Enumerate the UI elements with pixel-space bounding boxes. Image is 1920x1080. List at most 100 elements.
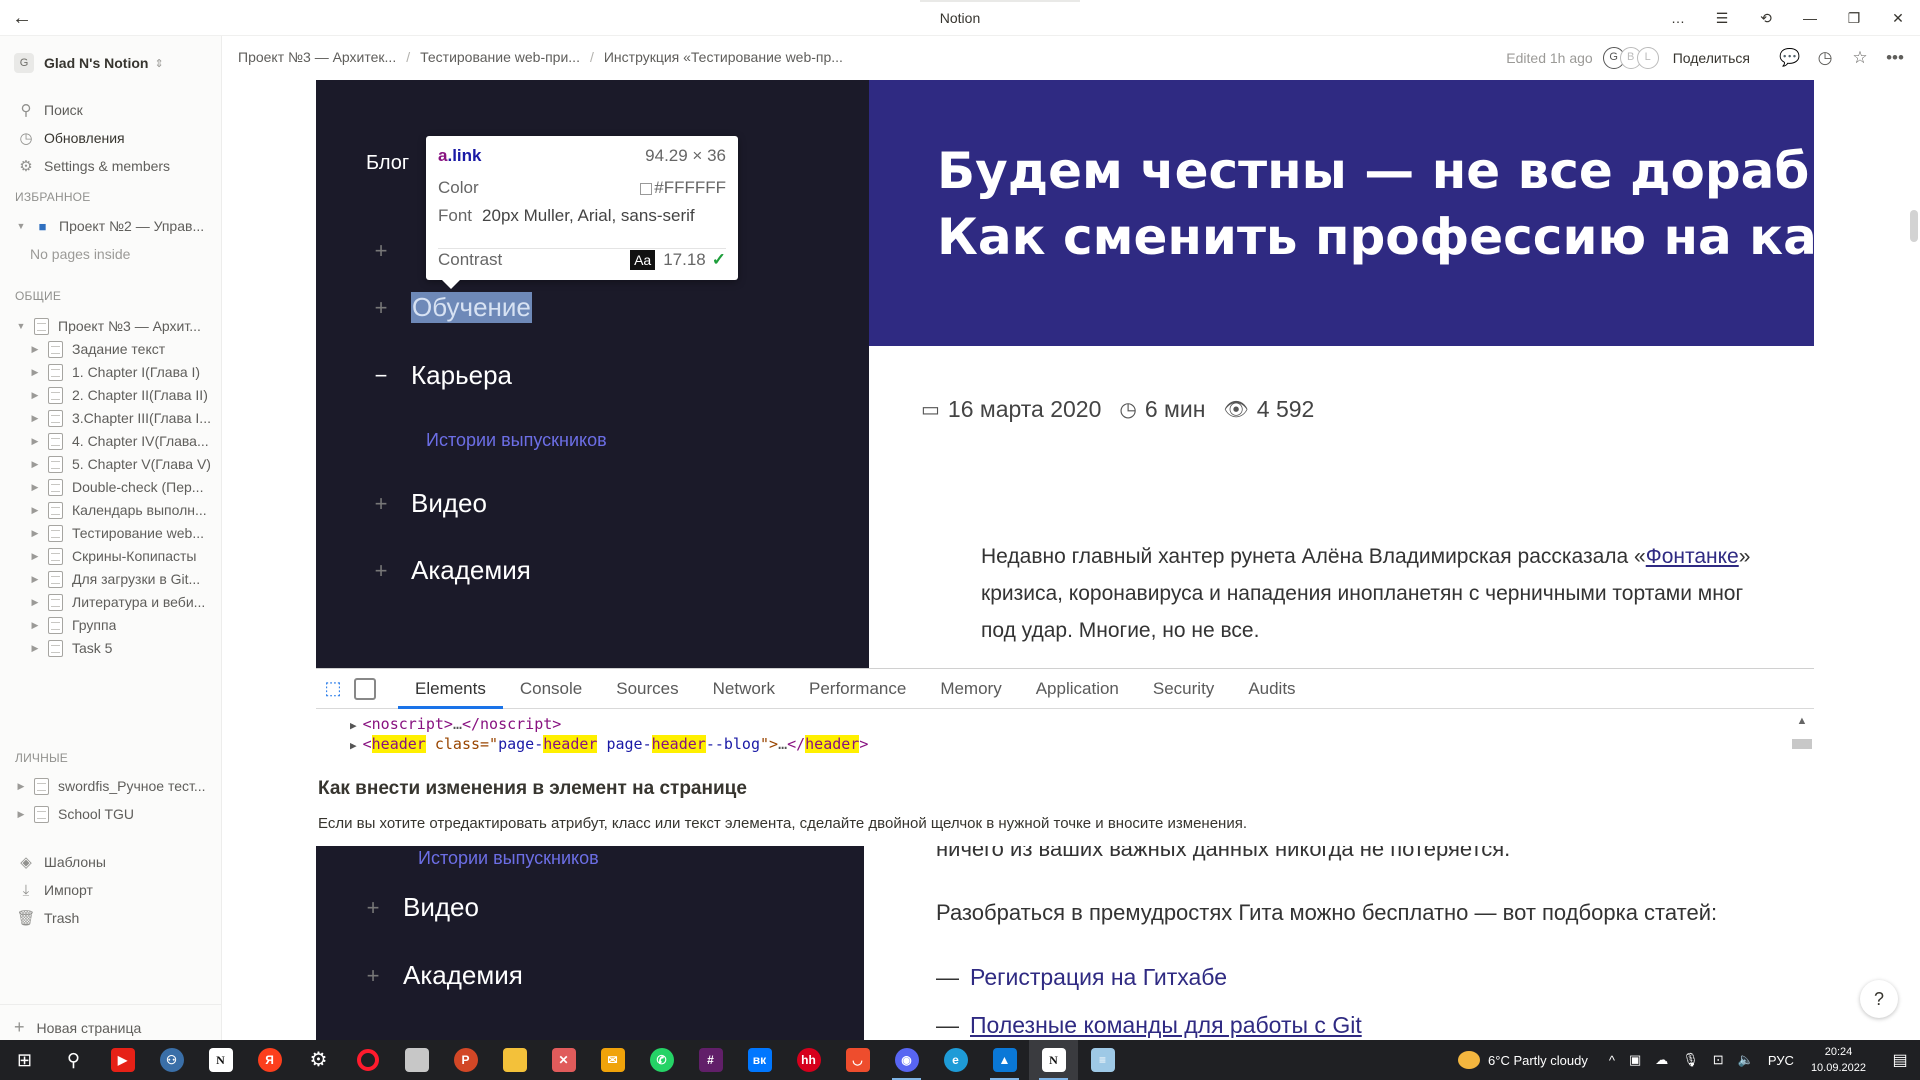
language-indicator[interactable]: РУС <box>1768 1053 1794 1068</box>
code-attr-value: page- <box>597 735 652 753</box>
taskbar-photos[interactable]: ▲ <box>980 1040 1029 1080</box>
code-tag-highlight: header <box>805 735 860 753</box>
taskbar-vk[interactable]: вк <box>735 1040 784 1080</box>
new-page-label: Новая страница <box>36 1019 142 1036</box>
scrollbar-thumb[interactable] <box>1910 210 1918 242</box>
taskbar-opera[interactable] <box>343 1040 392 1080</box>
toggle-closed-icon[interactable]: ▶ <box>14 809 28 820</box>
sidebar-item-trash[interactable]: 🗑 Trash <box>0 904 222 932</box>
sidebar-item-search[interactable]: ⚲ Поиск <box>0 96 222 124</box>
notification-icon[interactable]: ▤ <box>1880 1050 1920 1070</box>
workspace-switcher[interactable]: G Glad N's Notion ⇕ <box>14 50 164 76</box>
taskbar-python[interactable]: ⚇ <box>147 1040 196 1080</box>
page-scrollbar[interactable] <box>1908 80 1920 1050</box>
microphone-icon[interactable]: 🎙 <box>1682 1052 1699 1068</box>
taskbar-notion[interactable]: N <box>196 1040 245 1080</box>
sidebar-page-label: 5. Chapter V(Глава V) <box>72 456 211 472</box>
sidebar-page-project2[interactable]: ▼ ■ Проект №2 — Управ... <box>0 212 222 240</box>
tooltip-font-value: 20px Muller, Arial, sans-serif <box>482 206 695 225</box>
taskbar-app[interactable]: ✕ <box>539 1040 588 1080</box>
sidebar-item-updates[interactable]: ◷ Обновления <box>0 124 222 152</box>
taskbar-hh[interactable]: hh <box>784 1040 833 1080</box>
taskbar-notepad[interactable]: ≡ <box>1078 1040 1127 1080</box>
sidebar-page[interactable]: ▶ Task 5 <box>0 634 222 662</box>
taskbar-edge[interactable]: e <box>931 1040 980 1080</box>
toggle-closed-icon[interactable]: ▶ <box>28 643 42 654</box>
toggle-closed-icon[interactable]: ▶ <box>28 482 42 493</box>
section-heading[interactable]: Как внести изменения в элемент на страни… <box>318 778 747 800</box>
close-icon[interactable]: ✕ <box>1876 0 1920 36</box>
taskbar-discord[interactable]: ◉ <box>882 1040 931 1080</box>
toggle-closed-icon[interactable]: ▶ <box>28 344 42 355</box>
taskbar-yandex[interactable]: Я <box>245 1040 294 1080</box>
toggle-closed-icon[interactable]: ▶ <box>28 413 42 424</box>
more-options-icon[interactable]: ••• <box>1882 45 1908 71</box>
screenshot-image-2[interactable]: Истории выпускников + Видео + Академия н… <box>316 846 1814 1050</box>
network-icon[interactable]: ⊡ <box>1713 1052 1724 1068</box>
sync-icon[interactable]: ⟲ <box>1744 0 1788 36</box>
tray-chevron-icon[interactable]: ^ <box>1609 1053 1615 1068</box>
sidebar-page-label: Проект №2 — Управ... <box>59 218 205 234</box>
history-icon[interactable]: ◷ <box>1812 45 1838 71</box>
clock[interactable]: 20:24 10.09.2022 <box>1811 1044 1866 1076</box>
toggle-closed-icon[interactable]: ▶ <box>28 528 42 539</box>
taskbar-youtube[interactable]: ▶ <box>98 1040 147 1080</box>
taskbar-whatsapp[interactable]: ✆ <box>637 1040 686 1080</box>
page-icon <box>34 317 49 335</box>
sidebar-page-swordfis[interactable]: ▶ swordfis_Ручное тест... <box>0 772 222 800</box>
taskbar-notion-running[interactable]: N <box>1029 1040 1078 1080</box>
volume-icon[interactable]: 🔈 <box>1738 1052 1754 1068</box>
help-button[interactable]: ? <box>1860 980 1898 1018</box>
toggle-open-icon[interactable]: ▼ <box>14 321 28 331</box>
eye-icon: 👁 <box>1223 399 1249 421</box>
maximize-icon[interactable]: ❐ <box>1832 0 1876 36</box>
page-topbar: Проект №3 — Архитек... / Тестирование we… <box>222 36 1920 80</box>
devtools-tab-network: Network <box>712 678 775 698</box>
breadcrumb-item[interactable]: Проект №3 — Архитек... <box>238 49 396 65</box>
toggle-closed-icon[interactable]: ▶ <box>28 367 42 378</box>
toggle-closed-icon[interactable]: ▶ <box>28 597 42 608</box>
toggle-closed-icon[interactable]: ▶ <box>28 390 42 401</box>
toggle-closed-icon[interactable]: ▶ <box>28 436 42 447</box>
toggle-open-icon[interactable]: ▼ <box>14 221 28 231</box>
comments-icon[interactable]: 💬 <box>1777 45 1803 71</box>
menu-blog-link: Блог <box>366 152 410 174</box>
menu-icon[interactable]: ☰ <box>1700 0 1744 36</box>
start-button[interactable]: ⊞ <box>0 1040 49 1080</box>
more-icon[interactable]: … <box>1656 0 1700 36</box>
breadcrumb-item[interactable]: Инструкция «Тестирование web-пр... <box>604 49 843 65</box>
toggle-closed-icon[interactable]: ▶ <box>28 459 42 470</box>
tooltip-contrast-row: Contrast Aa 17.18 ✓ <box>438 250 726 270</box>
screenshot-image-1[interactable]: Блог + + Обучение − Карьера Истории выпу… <box>316 80 1814 756</box>
toggle-closed-icon[interactable]: ▶ <box>28 551 42 562</box>
toggle-closed-icon[interactable]: ▶ <box>28 505 42 516</box>
tray-device-icon[interactable]: ▣ <box>1629 1052 1641 1068</box>
share-button[interactable]: Поделиться <box>1673 50 1750 66</box>
taskbar-settings[interactable]: ⚙ <box>294 1040 343 1080</box>
sidebar-item-templates[interactable]: ◈ Шаблоны <box>0 848 222 876</box>
sidebar-page-label: 4. Chapter IV(Глава... <box>72 433 209 449</box>
sidebar-page-school-tgu[interactable]: ▶ School TGU <box>0 800 222 828</box>
taskbar-powerpoint[interactable]: P <box>441 1040 490 1080</box>
minimize-icon[interactable]: — <box>1788 0 1832 36</box>
weather-widget[interactable]: 6°C Partly cloudy <box>1458 1051 1588 1069</box>
sidebar-item-settings[interactable]: ⚙ Settings & members <box>0 152 222 180</box>
taskbar-mail[interactable]: ✉ <box>588 1040 637 1080</box>
collaborator-avatars[interactable]: G B L <box>1602 47 1659 69</box>
check-icon: ✓ <box>711 250 726 269</box>
taskbar-app2[interactable]: ◡ <box>833 1040 882 1080</box>
taskbar-explorer[interactable] <box>490 1040 539 1080</box>
section-paragraph[interactable]: Если вы хотите отредактировать атрибут, … <box>318 815 1247 832</box>
sidebar-item-import[interactable]: ⤓ Импорт <box>0 876 222 904</box>
clock-icon: ◷ <box>1119 399 1137 421</box>
favorite-star-icon[interactable]: ☆ <box>1847 45 1873 71</box>
onedrive-icon[interactable]: ☁ <box>1655 1052 1668 1068</box>
taskbar-files[interactable] <box>392 1040 441 1080</box>
hh-icon: hh <box>796 1048 821 1072</box>
taskbar-slack[interactable]: # <box>686 1040 735 1080</box>
breadcrumb-item[interactable]: Тестирование web-при... <box>420 49 580 65</box>
toggle-closed-icon[interactable]: ▶ <box>28 574 42 585</box>
toggle-closed-icon[interactable]: ▶ <box>28 620 42 631</box>
taskbar-search[interactable]: ⚲ <box>49 1040 98 1080</box>
toggle-closed-icon[interactable]: ▶ <box>14 781 28 792</box>
